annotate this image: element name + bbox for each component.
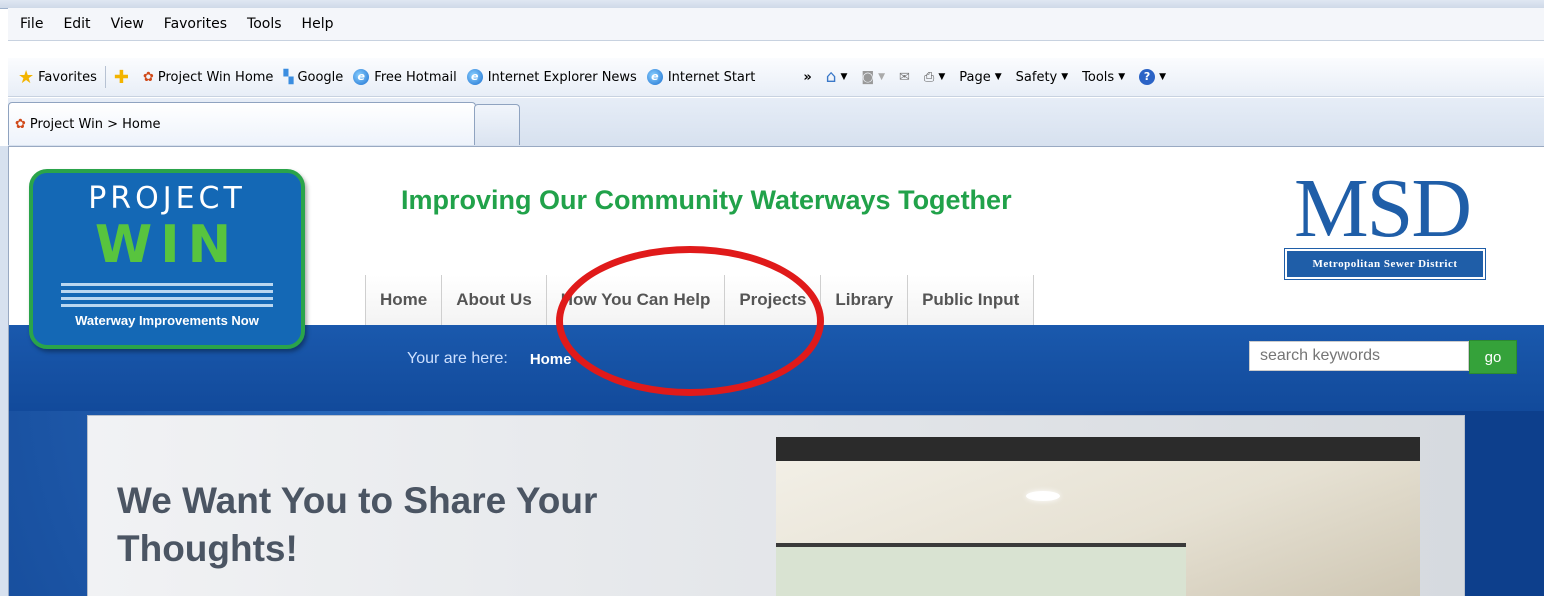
chevron-down-icon: ▼ [1061,72,1069,82]
feeds-button[interactable]: ◙ ▼ [861,70,885,85]
tab-project-win-home[interactable]: ✿ Project Win > Home [8,102,476,145]
nav-public-input[interactable]: Public Input [907,275,1035,325]
fav-link-label: Internet Start [667,69,756,85]
site-tagline: Improving Our Community Waterways Togeth… [401,185,1012,215]
read-mail-button[interactable]: ✉ [899,70,910,85]
add-favorite-icon[interactable]: ✚ [114,67,129,88]
command-label: Safety [1015,69,1058,85]
favorites-overflow-button[interactable]: » [803,70,811,85]
help-button[interactable]: ? ▼ [1139,69,1166,85]
favorites-separator [104,66,106,88]
chevron-down-icon: ▼ [994,72,1002,82]
browser-menubar: File Edit View Favorites Tools Help [8,8,1544,41]
featured-video[interactable] [776,437,1420,596]
favorites-star-icon: ★ [18,66,35,88]
rss-icon: ◙ [861,69,875,85]
nav-home[interactable]: Home [365,275,442,325]
fav-link-internet-start[interactable]: e Internet Start [646,69,756,85]
msd-logo-letters: MSD [1293,162,1472,255]
chevron-down-icon: ▼ [878,72,886,82]
menu-file[interactable]: File [20,16,43,32]
tab-title: Project Win > Home [29,116,161,132]
fav-link-label: Project Win Home [157,69,274,85]
breadcrumb-current[interactable]: Home [530,351,572,368]
menu-edit[interactable]: Edit [63,16,90,32]
favorites-button[interactable]: ★ Favorites [18,67,97,88]
help-icon: ? [1139,69,1156,85]
project-win-favicon-icon: ✿ [142,69,154,85]
project-win-logo[interactable]: PROJECT WIN Waterway Improvements Now [29,169,305,349]
fav-link-hotmail[interactable]: e Free Hotmail [353,69,457,85]
tools-menu-button[interactable]: Tools ▼ [1082,70,1125,85]
msd-logo-band: Metropolitan Sewer District [1284,248,1486,280]
ceiling-light-shape [1026,491,1060,501]
chevron-down-icon: ▼ [1159,72,1167,82]
breadcrumb: Your are here: Home [407,350,572,368]
logo-win-text: WIN [94,215,240,275]
msd-logo[interactable]: MSD Metropolitan Sewer District [1277,167,1487,281]
chevron-down-icon: ▼ [840,72,848,82]
featured-title: We Want You to Share Your Thoughts! [117,480,598,569]
ie-icon: e [646,69,663,85]
nav-about-us[interactable]: About Us [441,275,546,325]
menu-favorites[interactable]: Favorites [164,16,227,32]
video-still-image [776,461,1420,596]
menu-help[interactable]: Help [302,16,334,32]
msd-logo-name: Metropolitan Sewer District [1312,258,1458,270]
breadcrumb-label: Your are here: [407,350,508,367]
safety-menu-button[interactable]: Safety ▼ [1016,70,1069,85]
chevron-down-icon: ▼ [1118,72,1126,82]
project-win-favicon-icon: ✿ [15,116,26,132]
search-input[interactable] [1249,341,1469,371]
fav-link-project-win[interactable]: ✿ Project Win Home [143,70,273,85]
ie-icon: e [466,69,483,85]
menu-tools[interactable]: Tools [247,16,282,32]
ie-icon: e [353,69,370,85]
window-left-border [0,146,9,596]
annotation-highlight-circle [556,246,824,396]
fav-link-label: Internet Explorer News [487,69,637,85]
print-button[interactable]: ⎙ ▼ [924,70,945,85]
fav-link-google[interactable]: ▚ Google [283,70,343,85]
chevron-down-icon: ▼ [938,72,946,82]
mail-icon: ✉ [899,69,910,85]
command-label: Tools [1082,69,1115,85]
page-menu-button[interactable]: Page ▼ [959,70,1001,85]
home-button[interactable]: ⌂ ▼ [826,67,848,87]
command-label: Page [959,69,991,85]
menu-view[interactable]: View [111,16,144,32]
printer-icon: ⎙ [923,69,935,85]
fav-link-label: Google [297,69,344,85]
nav-library[interactable]: Library [820,275,908,325]
logo-waves-icon [61,283,273,307]
new-tab-button[interactable] [474,104,520,145]
projector-screen-shape [776,543,1186,596]
logo-tagline: Waterway Improvements Now [75,313,259,328]
logo-project-text: PROJECT [88,181,246,216]
favorites-bar: ★ Favorites ✚ ✿ Project Win Home ▚ Googl… [8,58,1544,97]
search-go-button[interactable]: go [1469,340,1517,374]
google-favicon-icon: ▚ [283,69,294,85]
home-icon: ⌂ [825,67,837,87]
fav-link-label: Free Hotmail [374,69,457,85]
fav-link-ie-news[interactable]: e Internet Explorer News [466,69,637,85]
favorites-label: Favorites [38,69,97,85]
